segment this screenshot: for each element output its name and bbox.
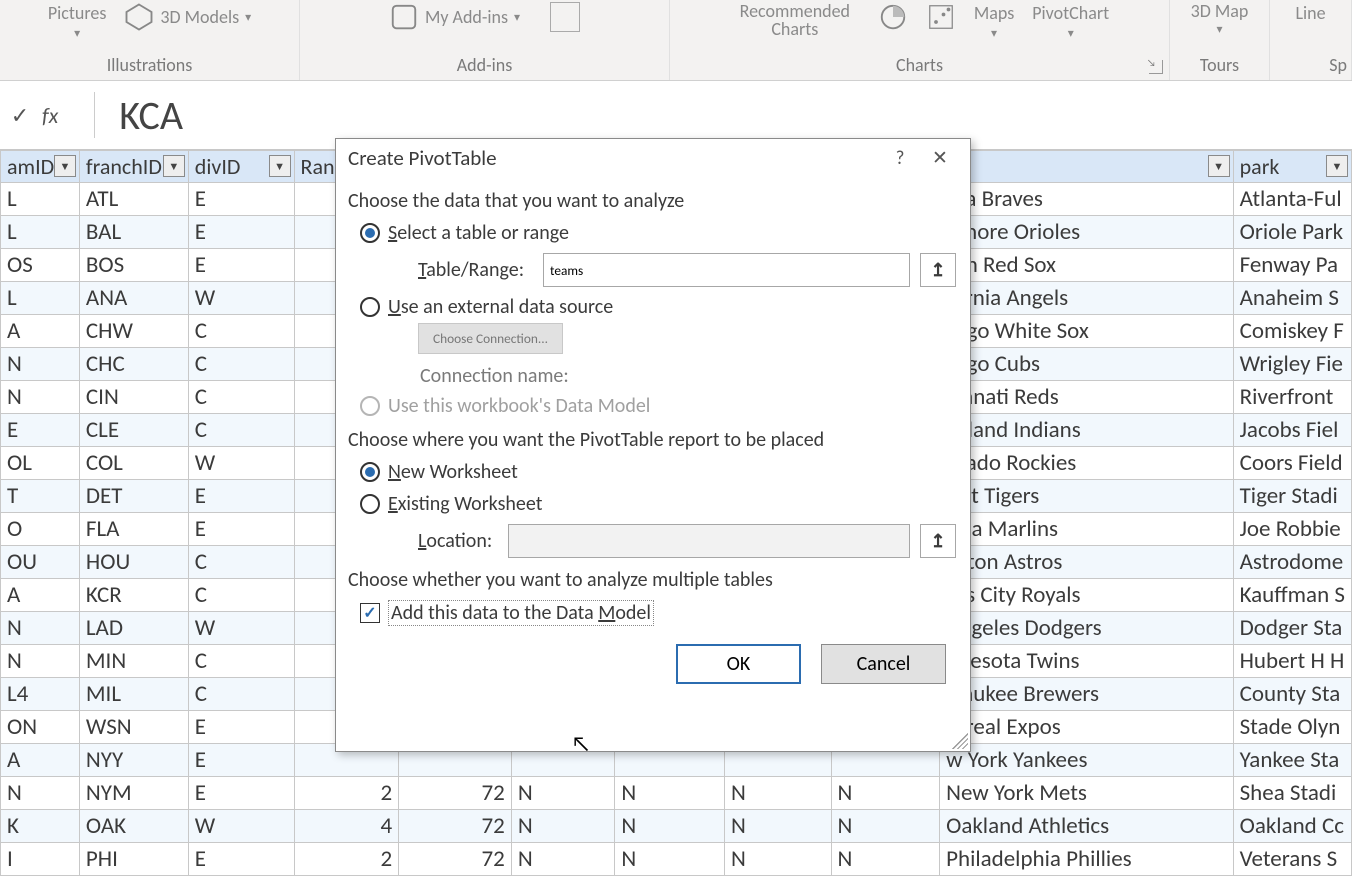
create-pivottable-dialog: Create PivotTable ? ✕ Choose the data th… — [335, 138, 971, 752]
external-source-label: Use an external data source — [388, 295, 613, 319]
ribbon-group-label: Illustrations — [107, 54, 193, 76]
ok-button[interactable]: OK — [676, 644, 801, 684]
col-header: franchID — [86, 153, 162, 180]
filter-arrow-icon[interactable]: ▼ — [1326, 155, 1348, 177]
radio-select-range[interactable] — [360, 223, 380, 243]
dialog-titlebar[interactable]: Create PivotTable ? ✕ — [336, 139, 970, 177]
ribbon: Pictures ▾ 3D Models ▾ Illustrations My … — [0, 0, 1352, 81]
filter-arrow-icon[interactable]: ▼ — [1208, 155, 1230, 177]
pivotchart-label[interactable]: PivotChart — [1032, 2, 1109, 24]
collapse-dialog-icon[interactable]: ↥ — [920, 253, 956, 287]
table-row[interactable]: NNYME272NNNNNew York MetsShea Stadi — [1, 777, 1352, 810]
resize-grip-icon[interactable] — [952, 733, 968, 749]
pictures-label[interactable]: Pictures — [48, 2, 107, 24]
ribbon-group-label: Charts — [896, 54, 943, 76]
addins-icon — [389, 2, 419, 32]
help-icon[interactable]: ? — [880, 147, 920, 170]
radio-external-source[interactable] — [360, 297, 380, 317]
existing-worksheet-label: Existing Worksheet — [388, 492, 542, 516]
filter-arrow-icon[interactable]: ▼ — [163, 155, 185, 177]
col-header: park — [1240, 153, 1280, 180]
dialog-launcher-icon[interactable] — [1149, 60, 1163, 74]
close-icon[interactable]: ✕ — [920, 147, 960, 170]
chevron-down-icon[interactable]: ▾ — [514, 10, 520, 25]
table-range-label: Table/Range: — [418, 258, 533, 282]
formula-value[interactable]: KCA — [101, 91, 183, 140]
scatter-chart-icon[interactable] — [926, 2, 956, 32]
ribbon-group-label: Tours — [1200, 54, 1239, 76]
pie-chart-icon[interactable] — [878, 2, 908, 32]
section-place-label: Choose where you want the PivotTable rep… — [348, 422, 956, 456]
location-label: Location: — [418, 529, 498, 553]
data-model-label: Use this workbook's Data Model — [388, 394, 650, 418]
location-input — [508, 524, 910, 558]
add-data-model-label: Add this data to the Data Model — [388, 600, 654, 626]
new-worksheet-label: New Worksheet — [388, 460, 518, 484]
cancel-button[interactable]: Cancel — [821, 644, 946, 684]
section-analyze-label: Choose the data that you want to analyze — [348, 183, 956, 217]
3d-map-label[interactable]: 3D Map — [1190, 2, 1250, 20]
col-header: divID — [195, 153, 241, 180]
chevron-down-icon[interactable]: ▾ — [74, 26, 80, 41]
radio-data-model — [360, 396, 380, 416]
ribbon-group-label: Sp — [1329, 54, 1347, 76]
connection-name-label: Connection name: — [348, 354, 956, 390]
radio-new-worksheet[interactable] — [360, 462, 380, 482]
section-multi-label: Choose whether you want to analyze multi… — [348, 562, 956, 596]
ribbon-group-label: Add-ins — [457, 54, 512, 76]
3d-models-icon — [124, 2, 154, 32]
maps-label[interactable]: Maps — [974, 2, 1014, 24]
dialog-title: Create PivotTable — [348, 145, 497, 171]
chevron-down-icon[interactable]: ▾ — [245, 10, 251, 25]
filter-arrow-icon[interactable]: ▼ — [54, 155, 76, 177]
col-header: Ran — [301, 153, 335, 180]
filter-arrow-icon[interactable]: ▼ — [269, 155, 291, 177]
enter-icon[interactable]: ✓ — [8, 103, 32, 127]
recommended-charts-label[interactable]: Recommended Charts — [730, 2, 860, 38]
my-addins-label[interactable]: My Add-ins — [425, 6, 508, 28]
collapse-dialog-icon[interactable]: ↥ — [920, 524, 956, 558]
addin-icon[interactable] — [550, 2, 580, 32]
table-range-input[interactable] — [543, 253, 910, 287]
table-row[interactable]: KOAKW472NNNNOakland AthleticsOakland Cc — [1, 810, 1352, 843]
line-label[interactable]: Line — [1295, 2, 1325, 24]
select-range-label: Select a table or range — [388, 221, 569, 245]
choose-connection-button: Choose Connection... — [418, 323, 563, 354]
3d-models-label[interactable]: 3D Models — [160, 6, 239, 28]
fx-icon[interactable]: fx — [42, 102, 58, 129]
table-row[interactable]: IPHIE272NNNNPhiladelphia PhilliesVeteran… — [1, 843, 1352, 876]
col-header: amID — [7, 153, 54, 180]
checkbox-add-data-model[interactable] — [360, 603, 380, 623]
radio-existing-worksheet[interactable] — [360, 494, 380, 514]
